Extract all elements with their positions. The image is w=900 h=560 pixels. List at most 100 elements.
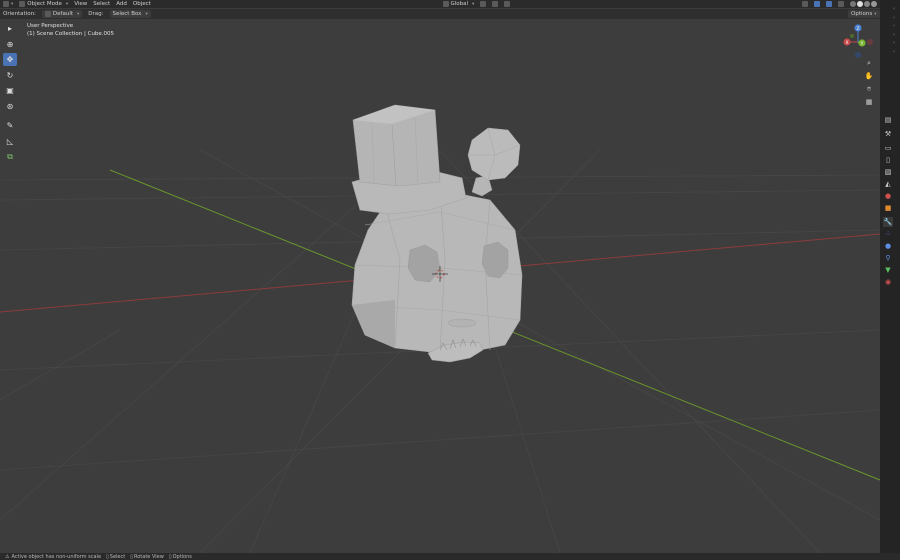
view-name: User Perspective <box>27 23 74 29</box>
constraints-icon: ⚲ <box>885 254 891 262</box>
rotate-tool[interactable]: ↻ <box>3 69 17 82</box>
physics-icon: ● <box>884 242 892 250</box>
proportional-edit-button[interactable] <box>501 0 513 8</box>
shading-modes[interactable] <box>847 0 880 8</box>
chevron-down-icon: ▾ <box>11 1 14 7</box>
mouse-middle-icon: ▯ <box>130 553 133 560</box>
render-tab[interactable]: ▭ <box>883 143 893 153</box>
visibility-button[interactable] <box>799 0 811 8</box>
wrench-icon: 🔧 <box>883 218 893 226</box>
xray-toggle[interactable] <box>835 0 847 8</box>
mouse-right-icon: ▯ <box>168 553 172 560</box>
object-mode-icon <box>19 1 26 7</box>
view-layer-icon: ▧ <box>884 168 892 176</box>
zoom-button[interactable]: ⌕ <box>864 58 874 68</box>
constraints-tab[interactable]: ⚲ <box>883 253 893 263</box>
scale-tool[interactable]: ▣ <box>3 84 17 97</box>
transform-icon: ⊛ <box>6 101 14 111</box>
options-label: Options <box>851 11 873 17</box>
orientation-label: Orientation: <box>3 11 36 17</box>
ortho-toggle-button[interactable]: ▦ <box>864 97 874 107</box>
move-tool[interactable]: ✥ <box>3 53 17 66</box>
orientation-default-icon <box>44 11 51 17</box>
grid-icon: ▦ <box>865 98 873 106</box>
drag-dropdown[interactable]: Select Box ▾ <box>107 9 154 19</box>
view-layer-tab[interactable]: ▧ <box>883 167 893 177</box>
gizmo-toggle[interactable] <box>811 0 823 8</box>
wireframe-shading-icon <box>850 1 857 7</box>
sidebar-toggle-arrows[interactable]: ‹ ‹ ‹ ‹ ‹ ‹ <box>893 5 899 56</box>
character-model[interactable] <box>351 104 523 363</box>
material-shading-icon <box>864 1 871 7</box>
data-tab[interactable]: ▼ <box>883 265 893 275</box>
options-button[interactable]: Options ▾ <box>848 10 880 18</box>
menu-object[interactable]: Object <box>130 0 154 8</box>
orientation-icon <box>442 1 449 7</box>
menu-add[interactable]: Add <box>113 0 130 8</box>
overlay-toggle[interactable] <box>823 0 835 8</box>
add-cube-icon: ⧉ <box>7 151 13 161</box>
navigation-buttons: ⌕ ✋ ⌾ ▦ <box>864 58 876 110</box>
particles-tab[interactable]: ⁘ <box>883 229 893 239</box>
status-bar: ⚠ Active object has non-uniform scale ▯ … <box>0 553 900 560</box>
orientation-pill: Default ▾ <box>41 10 83 18</box>
tool-tab[interactable]: ⚒ <box>883 129 893 139</box>
xray-icon <box>838 1 845 7</box>
scene-tab[interactable]: ◭ <box>883 179 893 189</box>
orientation-value: Global <box>450 1 469 7</box>
gizmo-z-label: Z <box>856 26 859 32</box>
mesh-data-icon: ▼ <box>885 266 891 274</box>
zoom-icon: ⌕ <box>867 58 871 67</box>
gizmo-y-label: Y <box>860 41 864 47</box>
material-tab[interactable]: ◉ <box>883 277 893 287</box>
drag-pill: Select Box ▾ <box>109 10 151 18</box>
measure-tool[interactable]: ◺ <box>3 135 17 148</box>
transform-orientation-dropdown[interactable]: Global ▾ <box>440 0 478 8</box>
editor-switch-tab[interactable]: ▤ <box>883 115 893 125</box>
chevron-down-icon: ▾ <box>145 11 148 17</box>
camera-view-button[interactable]: ⌾ <box>864 84 874 94</box>
snap-button[interactable] <box>489 0 501 8</box>
orientation-dropdown[interactable]: Default ▾ <box>39 9 85 19</box>
status-select: Select <box>109 553 126 560</box>
chevron-down-icon: ▾ <box>472 1 475 7</box>
status-rotate: Rotate View <box>134 553 164 560</box>
orientation-default-value: Default <box>52 11 74 17</box>
warning-icon: ⚠ <box>5 553 10 560</box>
navigation-gizmo[interactable]: X Z Y <box>838 22 878 62</box>
camera-icon: ⌾ <box>866 84 872 93</box>
object-tab[interactable]: ■ <box>883 203 893 213</box>
overlay-icon <box>826 1 833 7</box>
viewport-scene[interactable] <box>0 0 900 560</box>
mode-dropdown[interactable]: Object Mode ▾ <box>16 0 71 8</box>
pivot-point-button[interactable] <box>477 0 489 8</box>
proportional-edit-icon <box>504 1 511 7</box>
drag-value: Select Box <box>112 11 142 17</box>
solid-shading-icon <box>857 1 864 7</box>
snap-icon <box>492 1 499 7</box>
modifier-tab[interactable]: 🔧 <box>883 217 893 227</box>
drag-label: Drag: <box>88 11 104 17</box>
material-icon: ◉ <box>884 278 892 286</box>
output-tab[interactable]: ▯ <box>883 155 893 165</box>
world-tab[interactable]: ● <box>883 191 893 201</box>
chevron-down-icon: ▾ <box>874 12 877 17</box>
output-icon: ▯ <box>886 156 890 164</box>
viewport-header: ▾ Object Mode ▾ View Select Add Object G… <box>0 0 880 8</box>
editor-type-button[interactable]: ▾ <box>0 0 16 8</box>
eye-icon <box>802 1 809 7</box>
world-icon: ● <box>884 192 892 200</box>
status-options: Options <box>172 553 192 560</box>
transform-tool[interactable]: ⊛ <box>3 100 17 113</box>
pan-button[interactable]: ✋ <box>864 71 874 81</box>
cursor-tool[interactable]: ⊕ <box>3 38 17 51</box>
select-icon: ▸ <box>7 24 12 33</box>
select-tool[interactable]: ▸ <box>3 22 17 35</box>
add-cube-tool[interactable]: ⧉ <box>3 150 17 163</box>
menu-view[interactable]: View <box>71 0 90 8</box>
menu-select[interactable]: Select <box>90 0 113 8</box>
pan-hand-icon: ✋ <box>864 72 874 80</box>
physics-tab[interactable]: ● <box>883 241 893 251</box>
render-icon: ▭ <box>884 144 892 152</box>
annotate-tool[interactable]: ✎ <box>3 119 17 132</box>
